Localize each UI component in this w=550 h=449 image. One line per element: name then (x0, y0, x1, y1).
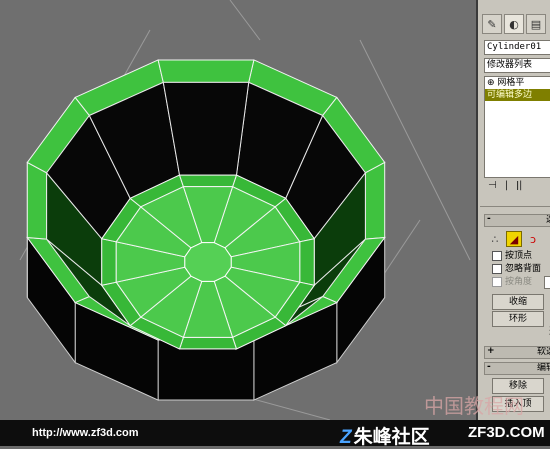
rim-face (364, 161, 386, 240)
grid-line (229, 0, 261, 41)
shrink-button[interactable]: 收缩 (492, 294, 544, 310)
selection-rollout-title: 选 (546, 215, 550, 225)
checkbox-box (492, 263, 502, 274)
make-unique-icon[interactable]: ǀ| (516, 180, 522, 194)
checkbox-box (492, 276, 502, 287)
ignore-backfacing-checkbox[interactable]: 忽略背面 (492, 263, 550, 276)
object-name-field[interactable]: Cylinder01 (484, 40, 550, 55)
by-vertex-checkbox[interactable]: 按顶点 (492, 250, 550, 263)
floor-ring-face (178, 174, 238, 188)
show-end-result-icon[interactable]: | (505, 180, 508, 194)
vertex-icon[interactable]: ∴ (488, 232, 502, 246)
command-panel: ✎ ◐ ▤ Cylinder01 修改器列表 ⊕ 网格平 可编辑多边 ⊣ | ǀ… (476, 0, 550, 420)
hierarchy-icon[interactable]: ▤ (526, 14, 546, 34)
pin-stack-icon[interactable]: ⊣ (488, 180, 497, 194)
floor-ring-face (101, 238, 117, 286)
angle-spinner[interactable] (544, 276, 550, 289)
subobject-level-icons: ∴ ◢ ↄ (488, 230, 550, 248)
soft-selection-title: 软选 (536, 347, 550, 357)
checkbox-box (492, 250, 502, 261)
soft-selection-rollout-header[interactable]: + 软选 (484, 346, 550, 359)
selection-rollout-header[interactable]: - 选 (484, 214, 550, 227)
zf-logo-icon: Z (340, 427, 352, 448)
rollout-expand-icon: + (487, 346, 495, 356)
stack-item-mesh-smooth[interactable]: ⊕ 网格平 (485, 77, 550, 89)
footer-bar: http://www.zf3d.com Z 朱峰社区 ZF3D.COM (0, 420, 550, 449)
edge-icon[interactable]: ◢ (506, 231, 522, 247)
stack-toolbar: ⊣ | ǀ| (482, 180, 550, 194)
floor-ring-face (299, 238, 315, 286)
checkbox-label: 忽略背面 (505, 264, 542, 274)
edit-rollout-header[interactable]: - 编辑 (484, 362, 550, 375)
modify-icon[interactable]: ◐ (504, 14, 524, 34)
footer-site: ZF3D.COM (468, 424, 545, 441)
by-angle-checkbox[interactable]: 按角度 (492, 276, 550, 289)
modifier-list-dropdown[interactable]: 修改器列表 (484, 58, 550, 73)
select-label: 选 (538, 326, 550, 339)
create-icon[interactable]: ✎ (482, 14, 502, 34)
rollout-collapse-icon: - (487, 362, 491, 372)
stack-item-editable-poly[interactable]: 可编辑多边 (485, 89, 550, 101)
community-label: 朱峰社区 (353, 427, 430, 448)
ring-button[interactable]: 环形 (492, 311, 544, 327)
divider (480, 206, 550, 207)
floor-ring-face (178, 336, 238, 350)
checkbox-label: 按角度 (505, 277, 533, 287)
watermark-text: 中国教程网 (424, 394, 524, 418)
rim-face (26, 161, 48, 240)
floor-hub-face (184, 242, 232, 282)
rim-face (157, 59, 255, 83)
perspective-viewport[interactable] (0, 0, 476, 420)
cylinder-mesh[interactable] (0, 0, 476, 420)
modifier-stack[interactable]: ⊕ 网格平 可编辑多边 (484, 76, 550, 178)
footer-url[interactable]: http://www.zf3d.com (32, 427, 139, 439)
rollout-collapse-icon: - (487, 214, 491, 224)
edit-rollout-title: 编辑 (536, 363, 550, 373)
checkbox-label: 按顶点 (505, 251, 533, 261)
command-panel-tabs: ✎ ◐ ▤ (482, 14, 550, 36)
footer-community: Z 朱峰社区 (340, 422, 430, 449)
border-icon[interactable]: ↄ (526, 232, 540, 246)
